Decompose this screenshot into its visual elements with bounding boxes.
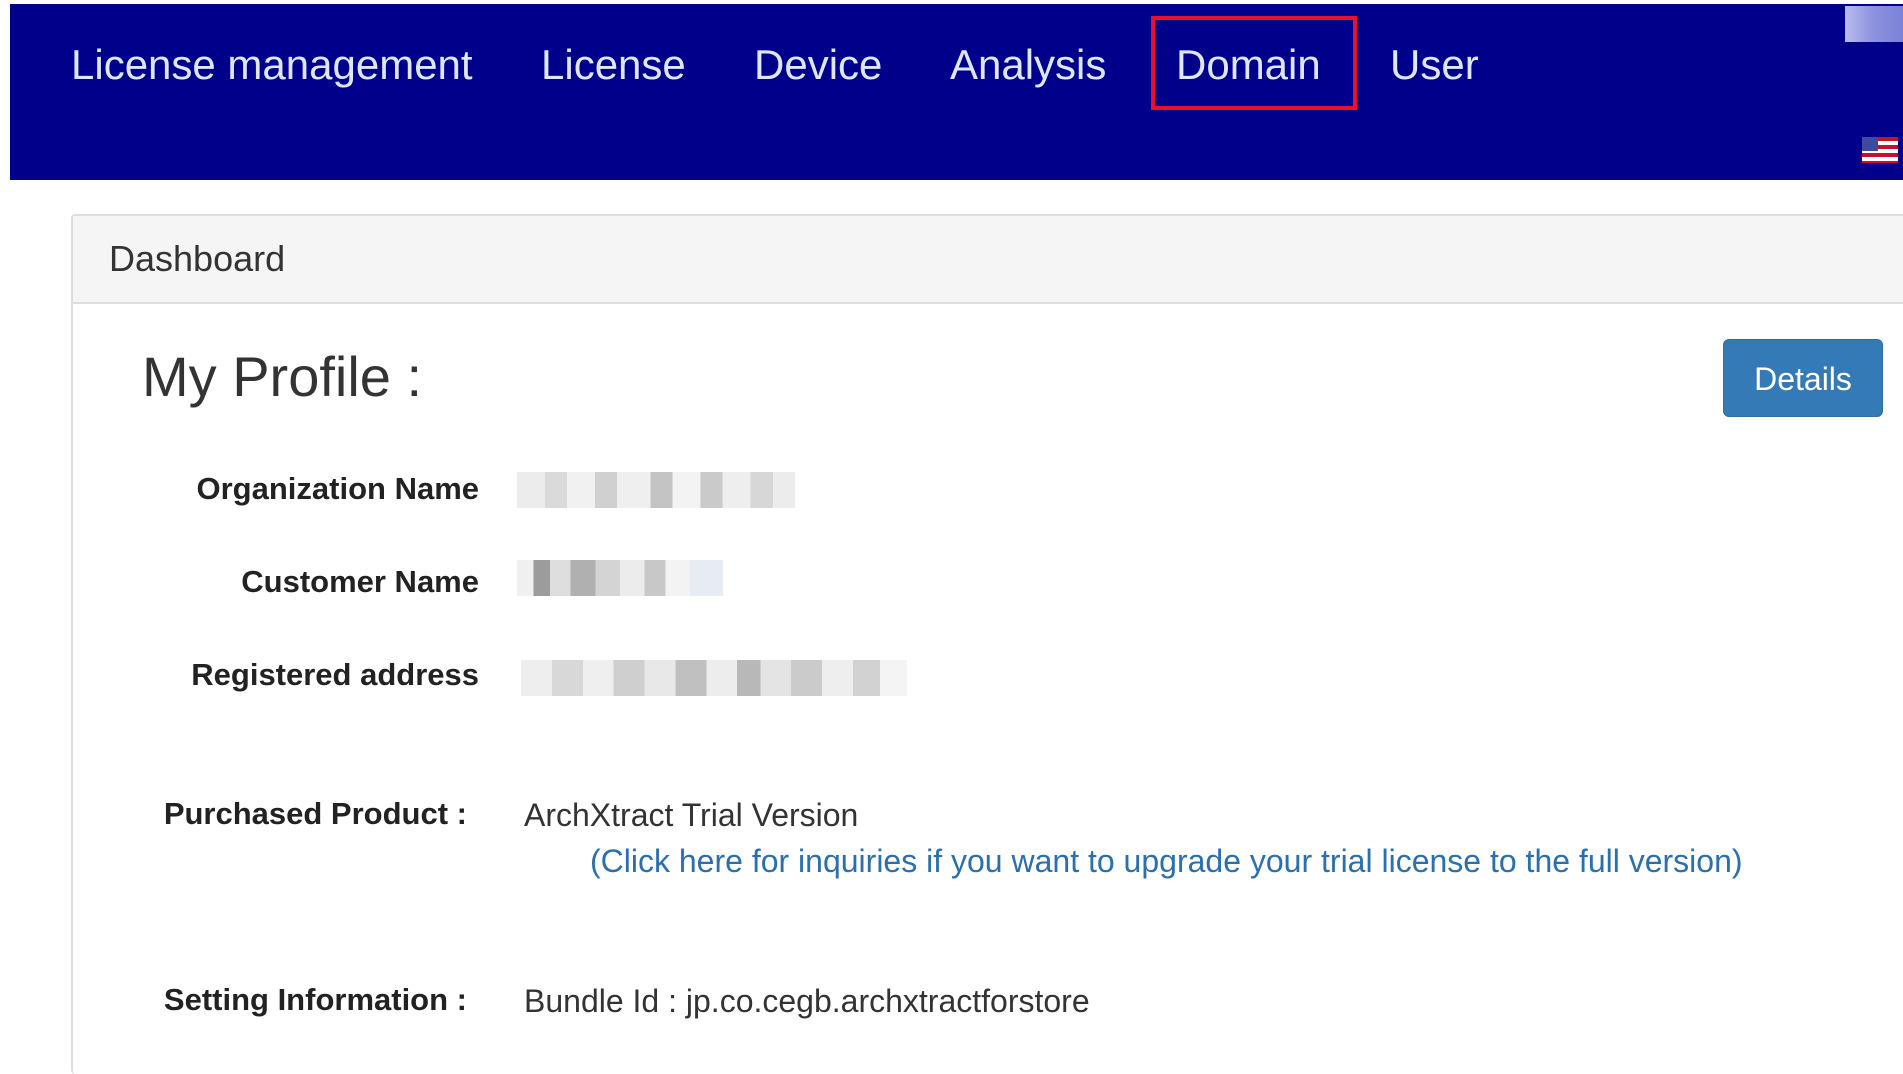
- dashboard-panel: Dashboard: [71, 214, 1903, 1074]
- nav-device[interactable]: Device: [754, 40, 882, 90]
- nav-license[interactable]: License: [541, 40, 686, 90]
- nav-analysis[interactable]: Analysis: [950, 40, 1106, 90]
- upgrade-inquiry-link[interactable]: (Click here for inquiries if you want to…: [590, 842, 1743, 880]
- organization-name-label: Organization Name: [196, 471, 480, 506]
- setting-information-label: Setting Information :: [163, 982, 467, 1017]
- details-button[interactable]: Details: [1723, 339, 1883, 417]
- us-flag-icon[interactable]: [1862, 137, 1898, 163]
- user-avatar[interactable]: [1845, 6, 1903, 42]
- customer-name-value-redacted: [517, 560, 723, 596]
- registered-address-label: Registered address: [191, 657, 479, 692]
- panel-heading: Dashboard: [73, 216, 1903, 304]
- profile-title: My Profile :: [142, 345, 423, 408]
- purchased-product-value: ArchXtract Trial Version: [524, 797, 859, 833]
- nav-user[interactable]: User: [1390, 40, 1479, 90]
- purchased-product-label: Purchased Product :: [163, 796, 467, 831]
- bundle-id-value: Bundle Id : jp.co.cegb.archxtractforstor…: [524, 983, 1090, 1019]
- nav-license-management[interactable]: License management: [71, 40, 473, 90]
- customer-name-label: Customer Name: [241, 564, 479, 599]
- nav-domain[interactable]: Domain: [1176, 40, 1321, 90]
- panel-title: Dashboard: [109, 238, 286, 279]
- organization-name-value-redacted: [517, 472, 795, 508]
- top-navbar: License management License Device Analys…: [10, 4, 1903, 180]
- registered-address-value-redacted: [521, 660, 907, 696]
